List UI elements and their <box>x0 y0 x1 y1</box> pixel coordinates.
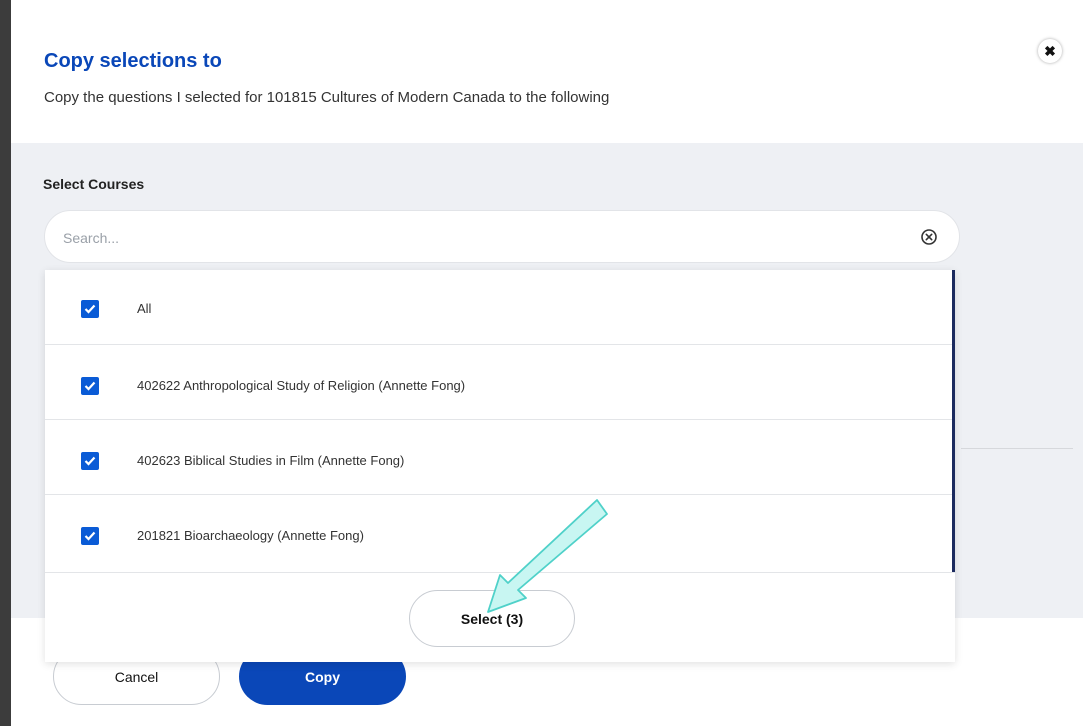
course-option[interactable]: 402622 Anthropological Study of Religion… <box>45 345 952 420</box>
checkbox-checked[interactable] <box>81 527 99 545</box>
option-label: 402622 Anthropological Study of Religion… <box>137 378 466 393</box>
course-option[interactable]: 402623 Biblical Studies in Film (Annette… <box>45 420 952 495</box>
section-divider <box>961 448 1073 449</box>
select-courses-label: Select Courses <box>43 176 145 192</box>
course-option[interactable]: 201821 Bioarchaeology (Annette Fong) <box>45 495 952 570</box>
checkbox-checked[interactable] <box>81 452 99 470</box>
dialog-header: Copy selections to Copy the questions I … <box>11 0 1083 143</box>
option-label: 402623 Biblical Studies in Film (Annette… <box>137 453 405 468</box>
page-backdrop <box>0 0 11 726</box>
select-courses-button[interactable]: Select (3) <box>409 590 575 647</box>
course-search-input[interactable] <box>63 227 883 249</box>
check-icon <box>84 381 96 391</box>
dialog-title: Copy selections to <box>44 50 222 72</box>
close-icon: ✖ <box>1044 42 1056 59</box>
dropdown-footer: Select (3) <box>45 572 955 662</box>
course-search-box <box>44 210 960 263</box>
option-label: All <box>137 301 152 316</box>
checkbox-checked[interactable] <box>81 377 99 395</box>
course-dropdown: All 402622 Anthropological Study of Reli… <box>45 270 955 662</box>
check-icon <box>84 304 96 314</box>
course-option-all[interactable]: All <box>45 270 952 345</box>
copy-selections-dialog: Copy selections to Copy the questions I … <box>11 0 1083 726</box>
dialog-subtitle: Copy the questions I selected for 101815… <box>44 89 610 106</box>
checkbox-checked[interactable] <box>81 300 99 318</box>
check-icon <box>84 456 96 466</box>
course-option-list[interactable]: All 402622 Anthropological Study of Reli… <box>45 270 955 572</box>
clear-search-icon[interactable] <box>920 228 938 246</box>
option-label: 201821 Bioarchaeology (Annette Fong) <box>137 528 364 543</box>
check-icon <box>84 531 96 541</box>
close-button[interactable]: ✖ <box>1038 39 1062 63</box>
